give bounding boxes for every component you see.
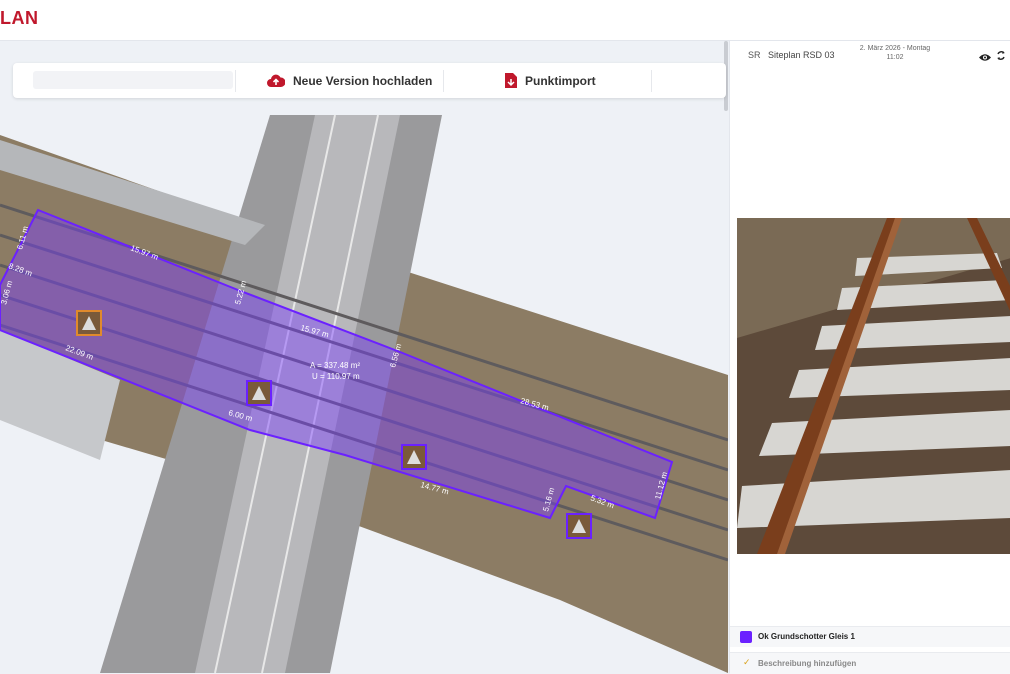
- toolbar-empty-field[interactable]: [33, 71, 233, 89]
- toolbar-divider: [443, 70, 444, 92]
- check-icon: ✓: [743, 657, 751, 667]
- add-description-label: Beschreibung hinzufügen: [758, 659, 857, 668]
- toolbar-divider: [235, 70, 236, 92]
- sync-icon[interactable]: [996, 48, 1006, 66]
- brand-logo[interactable]: LAN: [0, 8, 39, 29]
- toolbar-divider: [651, 70, 652, 92]
- eye-icon[interactable]: [979, 49, 991, 67]
- file-import-icon: [505, 73, 517, 88]
- photo-marker[interactable]: [401, 444, 427, 470]
- layer-name: Ok Grundschotter Gleis 1: [758, 632, 855, 641]
- orthophoto-map[interactable]: 15.97 m 6.11 m 15.97 m 5.22 m 6.56 m 28.…: [0, 41, 728, 673]
- point-import-label: Punktimport: [525, 73, 596, 88]
- area-label: A = 337.48 m²: [310, 361, 360, 370]
- top-bar: LAN: [0, 0, 1010, 41]
- map-toolbar: Neue Version hochladen Punktimport: [13, 63, 726, 98]
- photo-marker[interactable]: [76, 310, 102, 336]
- layer-color-swatch: [740, 631, 752, 643]
- capture-date: 2. März 2026 - Montag 11:02: [855, 44, 935, 62]
- upload-version-label: Neue Version hochladen: [293, 73, 433, 88]
- perimeter-label: U = 110.97 m: [312, 372, 360, 381]
- point-import-button[interactable]: Punktimport: [505, 63, 596, 98]
- add-description-button[interactable]: ✓ Beschreibung hinzufügen: [730, 652, 1010, 674]
- photo-marker[interactable]: [566, 513, 592, 539]
- date-line: 2. März 2026 - Montag: [859, 45, 931, 52]
- time-line: 11:02: [886, 54, 904, 61]
- layer-row[interactable]: Ok Grundschotter Gleis 1: [730, 626, 1010, 647]
- photo-marker[interactable]: [246, 380, 272, 406]
- railway-photo-image: [737, 218, 1010, 554]
- user-initials: SR: [748, 50, 761, 60]
- cloud-upload-icon: [267, 74, 285, 88]
- site-name: Siteplan RSD 03: [768, 50, 835, 60]
- map-viewport[interactable]: 15.97 m 6.11 m 15.97 m 5.22 m 6.56 m 28.…: [0, 41, 728, 673]
- upload-version-button[interactable]: Neue Version hochladen: [267, 63, 432, 98]
- panel-header: SR Siteplan RSD 03 2. März 2026 - Montag…: [730, 41, 1010, 71]
- detail-panel: SR Siteplan RSD 03 2. März 2026 - Montag…: [729, 41, 1010, 674]
- selected-photo[interactable]: [737, 218, 1010, 554]
